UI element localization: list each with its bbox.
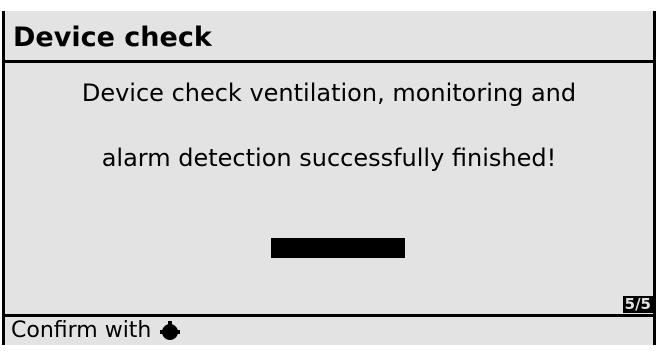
completion-bar: [271, 238, 405, 258]
page-indicator: 5/5: [622, 295, 653, 313]
title-bar: Device check: [5, 11, 653, 63]
device-screen: Device check Device check ventilation, m…: [2, 11, 656, 345]
footer-hint: Confirm with: [11, 318, 181, 344]
confirm-label: Confirm with: [11, 318, 152, 343]
footer-divider: [5, 314, 653, 317]
rotary-knob-icon: [159, 320, 181, 342]
page-title: Device check: [13, 22, 212, 53]
status-message-line2: alarm detection successfully finished!: [101, 144, 557, 172]
status-message-line1: Device check ventilation, monitoring and: [81, 79, 577, 107]
